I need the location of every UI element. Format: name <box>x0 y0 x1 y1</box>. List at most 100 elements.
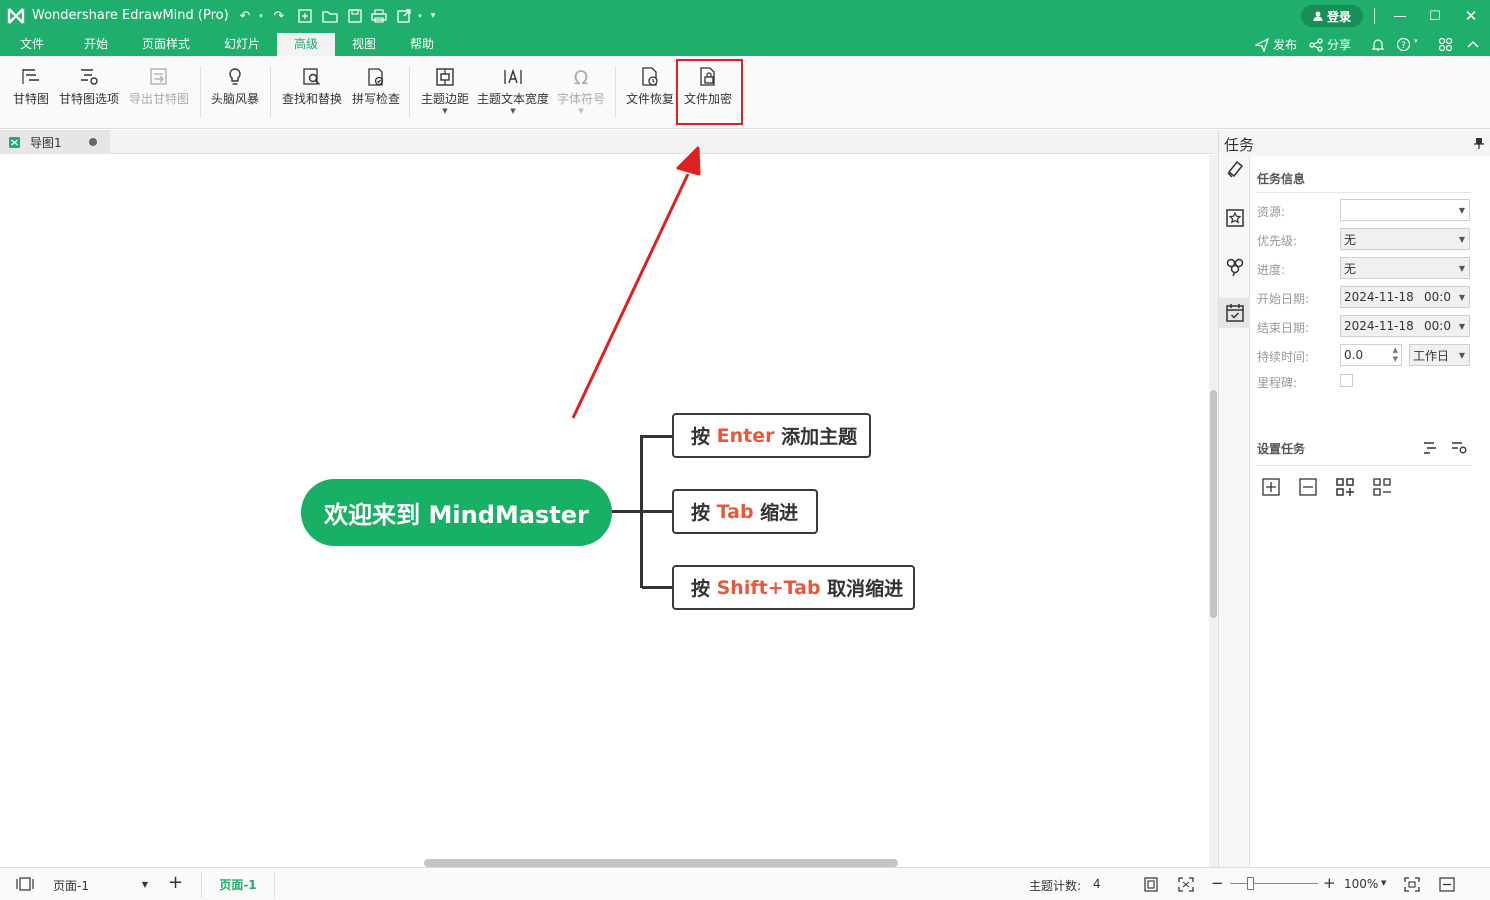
collapse-ribbon-icon[interactable] <box>1466 38 1480 50</box>
spell-check-button[interactable]: 拼写检查 <box>349 56 403 126</box>
document-tab[interactable]: 导图1 <box>0 130 110 154</box>
topic-text-width-label: 主题文本宽度 <box>476 92 549 106</box>
topic-margin-dropdown-icon[interactable]: ▼ <box>442 107 447 115</box>
add-page-icon[interactable]: + <box>168 873 183 893</box>
unsaved-dot-icon[interactable] <box>89 138 97 146</box>
share-button[interactable]: 分享 <box>1309 35 1351 54</box>
add-subtasks-icon[interactable] <box>1335 477 1355 497</box>
remove-task-icon[interactable] <box>1298 477 1318 497</box>
help-dropdown-icon[interactable]: ▾ <box>1414 37 1418 45</box>
tab-start[interactable]: 开始 <box>72 33 120 56</box>
gantt-settings-small-icon[interactable] <box>1449 438 1469 458</box>
gantt-button[interactable]: 甘特图 <box>8 56 54 126</box>
redo-icon[interactable]: ↷ <box>270 7 288 25</box>
style-brush-icon[interactable] <box>1223 158 1247 182</box>
page-panel-icon[interactable] <box>16 877 34 891</box>
find-replace-button[interactable]: 查找和替换 <box>279 56 345 126</box>
svg-text:Ω: Ω <box>574 67 589 88</box>
zoom-value[interactable]: 100% <box>1344 877 1378 891</box>
zoom-in-icon[interactable]: + <box>1323 874 1336 892</box>
root-topic[interactable]: 欢迎来到 MindMaster <box>301 479 612 546</box>
fit-window-icon[interactable] <box>1404 877 1420 892</box>
minimize-icon[interactable]: — <box>1388 5 1412 27</box>
open-folder-icon[interactable] <box>321 7 339 25</box>
tab-advanced[interactable]: 高级 <box>277 33 335 56</box>
new-file-icon[interactable] <box>296 7 314 25</box>
gantt-options-button[interactable]: 甘特图选项 <box>56 56 122 126</box>
zoom-out-icon[interactable]: − <box>1211 874 1224 892</box>
horizontal-scrollbar-thumb[interactable] <box>424 859 898 867</box>
customize-toolbar-icon[interactable]: ▾ <box>424 7 442 25</box>
task-panel: 任务 任务信息 资源: ▼ 优先级: 无 ▼ 进度: 无 ▼ 开始日期: 202… <box>1218 130 1490 867</box>
apps-grid-icon[interactable] <box>1438 37 1453 52</box>
bell-icon[interactable] <box>1371 37 1385 52</box>
zoom-slider-track[interactable] <box>1230 883 1318 884</box>
clipart-icon[interactable] <box>1223 206 1247 230</box>
priority-dropdown-icon[interactable]: ▼ <box>1459 235 1465 244</box>
end-date-picker[interactable]: 2024-11-18 00:0 ▼ <box>1340 315 1470 337</box>
subtopic-enter[interactable]: 按 Enter 添加主题 <box>672 413 871 458</box>
duration-unit-select[interactable]: 工作日 ▼ <box>1409 344 1470 366</box>
end-date-dropdown-icon[interactable]: ▼ <box>1459 322 1465 331</box>
file-recovery-button[interactable]: 文件恢复 <box>623 56 677 126</box>
start-date-picker[interactable]: 2024-11-18 00:0 ▼ <box>1340 286 1470 308</box>
vertical-scrollbar[interactable] <box>1209 155 1218 867</box>
set-task-title: 设置任务 <box>1257 442 1306 456</box>
login-button[interactable]: 登录 <box>1301 5 1363 27</box>
topic-margin-button[interactable]: 主题边距 ▼ <box>418 56 472 126</box>
connector-line <box>642 435 674 438</box>
tab-file[interactable]: 文件 <box>8 33 56 56</box>
remove-subtasks-icon[interactable] <box>1372 477 1392 497</box>
task-tab-icon[interactable] <box>1219 298 1250 328</box>
presentation-icon[interactable] <box>1439 877 1455 892</box>
tab-help[interactable]: 帮助 <box>399 33 445 56</box>
gantt-small-icon[interactable] <box>1421 438 1441 458</box>
priority-select[interactable]: 无 ▼ <box>1340 228 1470 250</box>
help-icon[interactable]: ? <box>1396 37 1411 52</box>
page-tab-active[interactable]: 页面-1 <box>201 872 275 898</box>
font-symbol-button[interactable]: Ω 字体符号 ▼ <box>553 56 609 126</box>
close-icon[interactable]: ✕ <box>1459 5 1483 27</box>
publish-label: 发布 <box>1273 38 1298 52</box>
fullscreen-icon[interactable] <box>1178 877 1194 892</box>
duration-stepper-icon[interactable]: ▲ ▼ <box>1393 346 1398 364</box>
print-icon[interactable] <box>370 7 388 25</box>
brainstorm-button[interactable]: 头脑风暴 <box>207 56 263 126</box>
pin-icon[interactable] <box>1474 137 1484 149</box>
export-gantt-button[interactable]: 导出甘特图 <box>127 56 191 126</box>
topic-count-value: 4 <box>1093 877 1101 891</box>
zoom-slider-thumb[interactable] <box>1247 877 1254 890</box>
vertical-scrollbar-thumb[interactable] <box>1210 390 1217 618</box>
resource-dropdown-icon[interactable]: ▼ <box>1459 206 1465 215</box>
duration-input[interactable]: 0.0 ▲ ▼ <box>1340 344 1402 366</box>
tab-slides[interactable]: 幻灯片 <box>214 33 270 56</box>
file-recovery-label: 文件恢复 <box>625 92 674 106</box>
progress-select[interactable]: 无 ▼ <box>1340 257 1470 279</box>
page-select[interactable]: 页面-1 ▼ <box>48 874 152 896</box>
topic-text-width-dropdown-icon[interactable]: ▼ <box>510 107 515 115</box>
end-time-value: 00:0 <box>1424 319 1451 333</box>
duration-unit-dropdown-icon[interactable]: ▼ <box>1459 351 1465 360</box>
subtopic-shift-tab[interactable]: 按 Shift+Tab 取消缩进 <box>672 565 915 610</box>
tab-page-style[interactable]: 页面样式 <box>134 33 198 56</box>
milestone-checkbox[interactable] <box>1340 374 1353 387</box>
fit-page-icon[interactable] <box>1143 877 1159 892</box>
maximize-icon[interactable]: ☐ <box>1423 5 1447 27</box>
undo-dropdown-icon[interactable]: ▾ <box>252 7 270 25</box>
clover-icon[interactable] <box>1223 254 1247 278</box>
subtopic-tab[interactable]: 按 Tab 缩进 <box>672 489 818 534</box>
progress-dropdown-icon[interactable]: ▼ <box>1459 264 1465 273</box>
topic-text-width-button[interactable]: 主题文本宽度 ▼ <box>475 56 551 126</box>
resource-select[interactable]: ▼ <box>1340 199 1470 221</box>
add-task-icon[interactable] <box>1261 477 1281 497</box>
tab-view[interactable]: 视图 <box>341 33 387 56</box>
page-select-dropdown-icon[interactable]: ▼ <box>142 880 148 889</box>
save-icon[interactable] <box>346 7 364 25</box>
font-symbol-dropdown-icon[interactable]: ▼ <box>578 107 583 115</box>
title-separator <box>1374 8 1375 24</box>
zoom-dropdown-icon[interactable]: ▼ <box>1381 879 1386 887</box>
publish-button[interactable]: 发布 <box>1255 35 1297 54</box>
start-date-dropdown-icon[interactable]: ▼ <box>1459 293 1465 302</box>
ribbon-toolbar: 甘特图 甘特图选项 导出甘特图 头脑风暴 查找和替换 拼写检查 主题边距 ▼ 主… <box>0 56 1490 129</box>
title-bar: Wondershare EdrawMind (Pro) ↶ ▾ ↷ ▾ ▾ 登录… <box>0 0 1490 33</box>
